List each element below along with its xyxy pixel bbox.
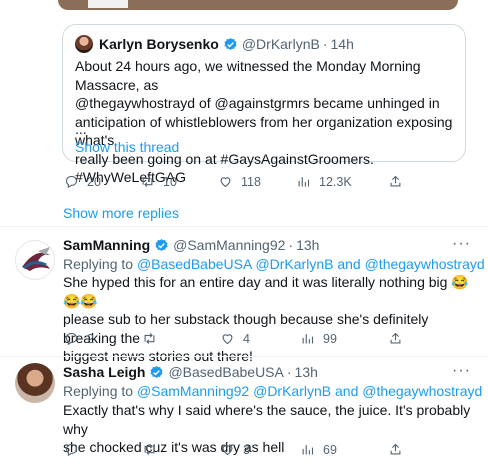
reply-button[interactable]	[64, 442, 87, 457]
reply-text-line: Exactly that's why I said where's the sa…	[63, 402, 471, 437]
reply-header: Sasha Leigh @BasedBabeUSA · 13h	[63, 364, 318, 380]
more-options-button[interactable]: ···	[452, 235, 471, 253]
reply-text-line: please sub to her substack though becaus…	[63, 311, 429, 346]
verified-badge-icon	[224, 37, 237, 50]
reply-author-handle[interactable]: @BasedBabeUSA	[168, 364, 283, 380]
reply-header: SamManning @SamManning92 · 13h	[63, 237, 319, 253]
retweet-count: 10	[163, 174, 177, 189]
reply-time[interactable]: 13h	[295, 364, 318, 380]
quoted-text-line: About 24 hours ago, we witnessed the Mon…	[75, 58, 421, 93]
share-button[interactable]	[388, 442, 411, 457]
quoted-tweet-time[interactable]: 14h	[331, 36, 354, 52]
reply-text: Exactly that's why I said where's the sa…	[63, 401, 473, 457]
quoted-text-line: @thegaywhostrayd of @againstgrmrs became…	[75, 95, 440, 111]
views-chart-icon	[302, 334, 314, 344]
separator-dot: ·	[322, 36, 328, 52]
views-count: 99	[323, 331, 337, 346]
quoted-author-name[interactable]: Karlyn Borysenko	[99, 36, 219, 52]
quoted-author-handle[interactable]: @DrKarlynB	[242, 36, 320, 52]
share-button[interactable]	[388, 331, 411, 346]
like-button[interactable]: 118	[218, 174, 261, 189]
quoted-tweet-header: Karlyn Borysenko @DrKarlynB · 14h	[75, 35, 354, 53]
divider	[0, 356, 488, 357]
tweet-media-image[interactable]	[58, 0, 458, 10]
like-count: 3	[243, 442, 250, 457]
reply-text-line: She hyped this for an entire day and it …	[63, 274, 469, 309]
reply-icon	[65, 443, 78, 457]
retweet-button[interactable]: 10	[140, 174, 177, 189]
reply-text-line: she chocked cuz it's was dry as hell	[63, 439, 285, 455]
reply-author-avatar[interactable]	[15, 363, 55, 403]
reply-text: She hyped this for an entire day and it …	[63, 273, 473, 366]
replying-to-line: Replying to @BasedBabeUSA @DrKarlynB and…	[63, 256, 485, 272]
retweet-button[interactable]	[142, 442, 165, 457]
views-chart-icon	[298, 177, 310, 187]
separator-dot: ·	[286, 364, 292, 380]
retweet-icon	[142, 176, 153, 187]
like-button[interactable]: 4	[220, 331, 250, 346]
verified-badge-icon	[155, 238, 168, 251]
replying-to-users[interactable]: @BasedBabeUSA @DrKarlynB and @thegaywhos…	[137, 256, 485, 272]
like-count: 4	[243, 331, 250, 346]
like-button[interactable]: 3	[220, 442, 250, 457]
reply-button[interactable]: 2	[64, 331, 94, 346]
reply-author-name[interactable]: SamManning	[63, 237, 150, 253]
team-logo-icon	[22, 247, 50, 271]
reply-icon	[65, 332, 78, 346]
reply-count: 20	[87, 174, 101, 189]
replying-to-label: Replying to	[63, 383, 134, 399]
views-button[interactable]: 99	[300, 331, 337, 346]
retweet-icon	[144, 333, 155, 344]
replying-to-line: Replying to @SamManning92 @DrKarlynB and…	[63, 383, 482, 399]
share-button[interactable]	[388, 174, 411, 189]
reply-icon	[65, 175, 78, 189]
show-this-thread-link[interactable]: Show this thread	[75, 139, 179, 155]
share-icon	[390, 332, 401, 344]
replying-to-users[interactable]: @SamManning92 @DrKarlynB and @thegaywhos…	[137, 383, 482, 399]
reply-author-avatar[interactable]	[15, 240, 55, 280]
reply-author-handle[interactable]: @SamManning92	[173, 237, 285, 253]
replying-to-label: Replying to	[63, 256, 134, 272]
quoted-tweet-text: About 24 hours ago, we witnessed the Mon…	[75, 57, 459, 187]
retweet-button[interactable]	[142, 331, 165, 346]
share-icon	[390, 443, 401, 455]
reply-button[interactable]: 20	[64, 174, 101, 189]
heart-icon	[222, 334, 233, 345]
reply-time[interactable]: 13h	[296, 237, 319, 253]
verified-badge-icon	[150, 365, 164, 378]
like-count: 118	[241, 174, 261, 189]
reply-author-name[interactable]: Sasha Leigh	[63, 364, 145, 380]
show-more-replies-link[interactable]: Show more replies	[63, 205, 179, 221]
quoted-tweet-card[interactable]: Karlyn Borysenko @DrKarlynB · 14h About …	[62, 24, 466, 185]
retweet-icon	[144, 444, 155, 455]
divider	[0, 226, 488, 227]
views-button[interactable]: 12.3K	[296, 174, 352, 189]
heart-icon	[222, 445, 233, 456]
quoted-author-avatar[interactable]	[75, 35, 93, 53]
share-icon	[390, 175, 401, 187]
views-count: 12.3K	[319, 174, 352, 189]
heart-icon	[220, 177, 231, 188]
views-count: 69	[323, 442, 337, 457]
reply-count: 2	[87, 331, 94, 346]
more-options-button[interactable]: ···	[452, 362, 471, 380]
quoted-text-ellipsis: ...	[75, 121, 87, 137]
views-button[interactable]: 69	[300, 442, 337, 457]
views-chart-icon	[302, 445, 314, 455]
separator-dot: ·	[288, 237, 294, 253]
